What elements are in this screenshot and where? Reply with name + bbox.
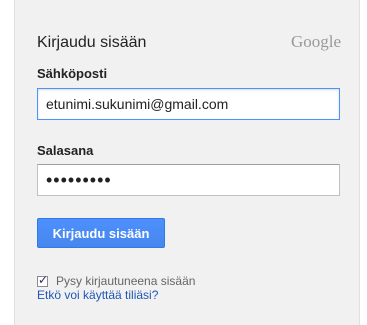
check-icon: ✓ xyxy=(38,272,49,287)
remember-label: Pysy kirjautuneena sisään xyxy=(56,274,196,288)
email-label: Sähköposti xyxy=(37,66,108,81)
login-title: Kirjaudu sisään xyxy=(37,34,147,51)
brand-logo: Google xyxy=(290,32,341,51)
remember-checkbox[interactable]: ✓ xyxy=(37,272,49,287)
password-mask: ••••••••• xyxy=(46,169,112,190)
email-field[interactable] xyxy=(37,88,340,120)
password-label: Salasana xyxy=(37,143,94,158)
sign-in-button[interactable]: Kirjaudu sisään xyxy=(37,218,165,248)
account-help-link[interactable]: Etkö voi käyttää tiliäsi? xyxy=(37,288,158,302)
login-card: Kirjaudu sisään Google Sähköposti Salasa… xyxy=(14,0,360,325)
password-field[interactable]: ••••••••• xyxy=(37,164,340,196)
remember-me[interactable]: ✓ Pysy kirjautuneena sisään xyxy=(37,272,196,288)
